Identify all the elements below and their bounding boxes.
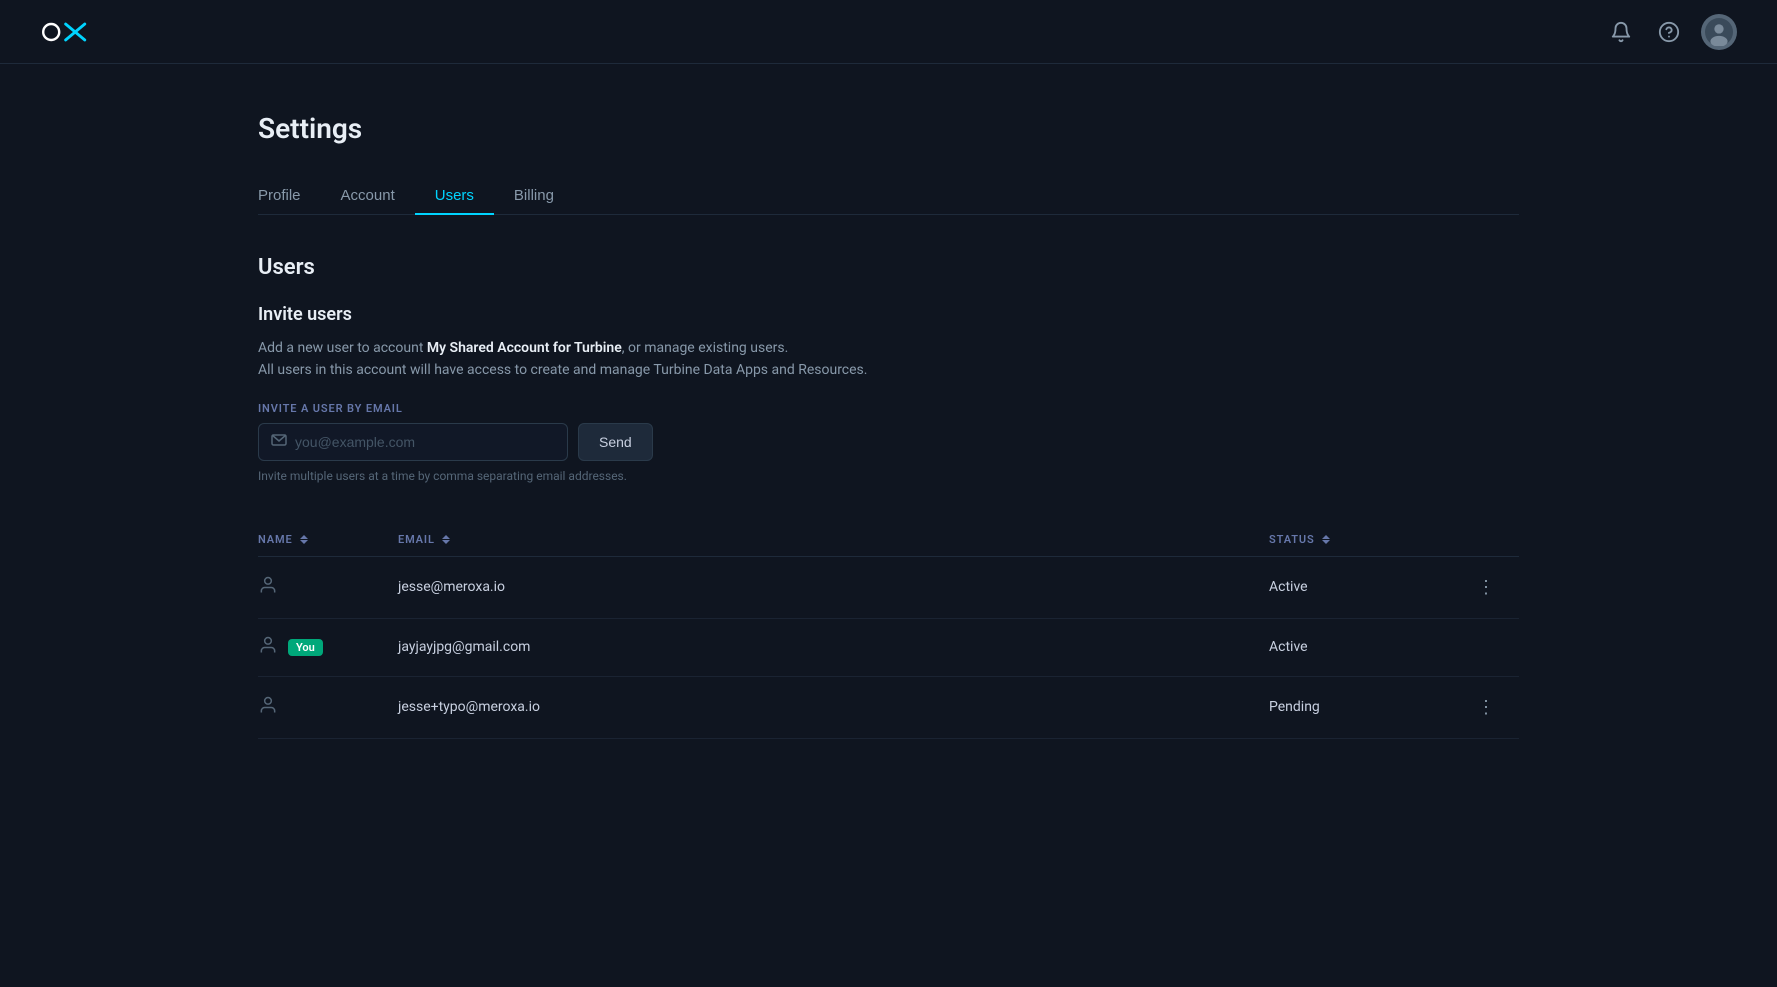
table-body: jesse@meroxa.io Active ⋮ <box>258 556 1519 738</box>
invite-input-row: Send <box>258 423 1519 461</box>
avatar[interactable] <box>1701 14 1737 50</box>
users-section: Users Invite users Add a new user to acc… <box>258 255 1519 739</box>
col-name: NAME <box>258 523 398 557</box>
table-row: jesse+typo@meroxa.io Pending ⋮ <box>258 676 1519 738</box>
envelope-icon <box>271 434 287 450</box>
page-title: Settings <box>258 112 1519 145</box>
logo <box>40 16 88 48</box>
more-actions-button[interactable]: ⋮ <box>1469 573 1503 602</box>
user-actions-cell: ⋮ <box>1469 556 1519 618</box>
user-email-cell: jesse@meroxa.io <box>398 556 1269 618</box>
col-email: EMAIL <box>398 523 1269 557</box>
tabs-nav: Profile Account Users Billing <box>258 177 1519 215</box>
header <box>0 0 1777 64</box>
status-sort-icon[interactable] <box>1322 535 1330 544</box>
logo-icon <box>40 16 88 48</box>
send-button[interactable]: Send <box>578 423 653 461</box>
invite-section: Invite users Add a new user to account M… <box>258 304 1519 483</box>
header-actions <box>1605 14 1737 50</box>
col-status: STATUS <box>1269 523 1469 557</box>
tab-billing[interactable]: Billing <box>494 177 574 214</box>
user-icon <box>258 635 278 660</box>
user-icon <box>258 575 278 600</box>
user-email-cell: jesse+typo@meroxa.io <box>398 676 1269 738</box>
name-sort-icon[interactable] <box>300 535 308 544</box>
more-actions-button[interactable]: ⋮ <box>1469 693 1503 722</box>
invite-description: Add a new user to account My Shared Acco… <box>258 337 1519 382</box>
users-table: NAME EMAIL STATUS <box>258 523 1519 739</box>
table-row: You jayjayjpg@gmail.com Active <box>258 618 1519 676</box>
you-badge: You <box>288 639 323 656</box>
user-status-cell: Active <box>1269 556 1469 618</box>
col-actions <box>1469 523 1519 557</box>
invite-email-label: INVITE A USER BY EMAIL <box>258 402 1519 415</box>
tab-users[interactable]: Users <box>415 177 494 214</box>
user-name-cell <box>258 676 398 738</box>
email-input[interactable] <box>295 424 555 460</box>
user-email-cell: jayjayjpg@gmail.com <box>398 618 1269 676</box>
table-header: NAME EMAIL STATUS <box>258 523 1519 557</box>
notifications-button[interactable] <box>1605 16 1637 48</box>
user-actions-cell: ⋮ <box>1469 676 1519 738</box>
user-name-cell <box>258 556 398 618</box>
help-button[interactable] <box>1653 16 1685 48</box>
user-icon <box>258 695 278 720</box>
email-input-wrapper <box>258 423 568 461</box>
tab-account[interactable]: Account <box>321 177 415 214</box>
email-sort-icon[interactable] <box>442 535 450 544</box>
user-name-cell: You <box>258 618 398 676</box>
invite-hint: Invite multiple users at a time by comma… <box>258 469 1519 483</box>
user-actions-cell <box>1469 618 1519 676</box>
tab-profile[interactable]: Profile <box>258 177 321 214</box>
table-row: jesse@meroxa.io Active ⋮ <box>258 556 1519 618</box>
user-status-cell: Pending <box>1269 676 1469 738</box>
invite-title: Invite users <box>258 304 1519 325</box>
main-content: Settings Profile Account Users Billing U… <box>0 64 1777 787</box>
user-status-cell: Active <box>1269 618 1469 676</box>
users-section-title: Users <box>258 255 1519 280</box>
